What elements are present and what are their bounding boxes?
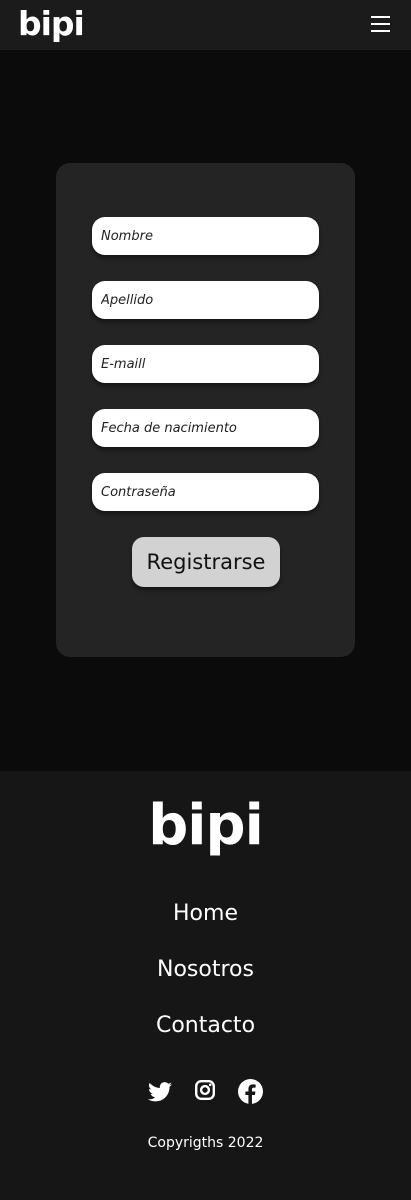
instagram-icon[interactable] xyxy=(195,1080,215,1110)
email-field[interactable] xyxy=(92,345,319,383)
footer: bipi Home Nosotros Contacto Copyrigths 2… xyxy=(0,771,411,1200)
main-content: Registrarse xyxy=(0,50,411,771)
nav-link-contacto[interactable]: Contacto xyxy=(0,1011,411,1041)
nombre-field[interactable] xyxy=(92,217,319,255)
facebook-icon-graphic xyxy=(238,1079,263,1104)
hamburger-line xyxy=(371,23,390,25)
apellido-field[interactable] xyxy=(92,281,319,319)
copyright-text: Copyrigths 2022 xyxy=(147,1135,264,1151)
password-field[interactable] xyxy=(92,473,319,511)
instagram-icon-graphic xyxy=(195,1080,215,1100)
register-button[interactable]: Registrarse xyxy=(132,537,280,587)
facebook-icon[interactable] xyxy=(238,1079,263,1109)
hamburger-icon[interactable] xyxy=(371,16,391,34)
hamburger-line xyxy=(371,16,390,18)
brand-logo[interactable]: bipi xyxy=(18,4,85,44)
register-form: Registrarse xyxy=(56,163,355,657)
hamburger-line xyxy=(371,30,390,32)
twitter-icon[interactable] xyxy=(148,1081,172,1111)
twitter-icon-graphic xyxy=(148,1082,172,1102)
footer-logo[interactable]: bipi xyxy=(0,793,411,859)
top-bar: bipi xyxy=(0,0,411,50)
nav-link-home[interactable]: Home xyxy=(0,899,411,929)
nav-link-nosotros[interactable]: Nosotros xyxy=(0,955,411,985)
birthdate-field[interactable] xyxy=(92,409,319,447)
